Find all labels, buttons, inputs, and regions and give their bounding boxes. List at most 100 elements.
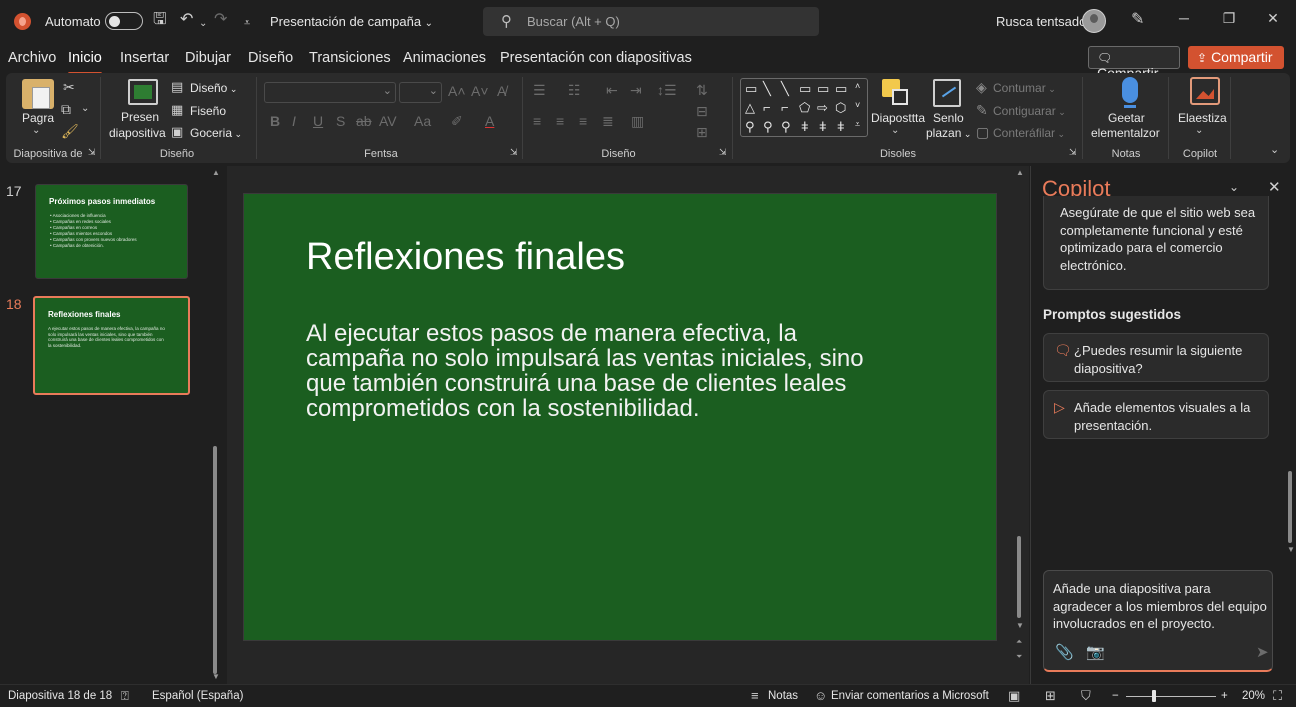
- dictate-button[interactable]: Geetar: [1108, 111, 1145, 125]
- shape-effects-icon[interactable]: ▢: [976, 124, 989, 141]
- arrow-line-shape-icon[interactable]: ╲: [781, 81, 789, 97]
- arrow-shape-icon[interactable]: ⇨: [817, 100, 828, 116]
- tab-animaciones[interactable]: Animaciones: [403, 50, 486, 66]
- tab-insertar[interactable]: Insertar: [120, 50, 169, 66]
- user-name[interactable]: Rusca tentsado: [996, 14, 1086, 29]
- reading-view-icon[interactable]: ⛉: [1081, 688, 1091, 704]
- spacing-icon[interactable]: AV: [379, 113, 397, 129]
- editor-scroll-down-icon[interactable]: ▼: [1016, 621, 1024, 630]
- undo-icon[interactable]: ↶: [180, 10, 193, 30]
- rounded-rect-shape-icon[interactable]: ▭: [817, 81, 829, 97]
- restore-icon[interactable]: ❐: [1219, 10, 1239, 27]
- bullets-icon[interactable]: ☰: [533, 82, 546, 99]
- accessibility-icon[interactable]: ⍰: [121, 688, 129, 704]
- tab-archivo[interactable]: Archivo: [8, 50, 56, 66]
- font-name-combo[interactable]: [264, 82, 396, 103]
- reset-button[interactable]: Fiseño: [190, 104, 226, 118]
- copy-icon[interactable]: ⧉: [61, 101, 71, 118]
- comments-share-button[interactable]: 🗨Compartir: [1088, 46, 1180, 81]
- new-slide-icon[interactable]: [128, 79, 158, 105]
- editor-scrollbar[interactable]: [1017, 536, 1021, 618]
- triangle-shape-icon[interactable]: △: [745, 100, 755, 116]
- font-color-icon[interactable]: A: [485, 113, 494, 129]
- paste-dropdown-icon[interactable]: ⌄: [32, 125, 40, 136]
- line-spacing-icon[interactable]: ↕☰: [657, 82, 677, 99]
- designer-button[interactable]: Elaestiza: [1178, 111, 1227, 125]
- increase-font-icon[interactable]: A˄: [448, 83, 466, 99]
- zoom-shape-icon[interactable]: ⚲: [745, 119, 755, 135]
- close-icon[interactable]: ✕: [1263, 10, 1283, 27]
- tab-transiciones[interactable]: Transiciones: [309, 50, 391, 66]
- previous-slide-icon[interactable]: ⏶: [1016, 637, 1022, 647]
- columns-icon[interactable]: ▥: [631, 113, 644, 130]
- arrange-icon[interactable]: [882, 79, 910, 107]
- align-text-icon[interactable]: ⊟: [696, 103, 708, 120]
- numbering-icon[interactable]: ☷: [568, 82, 581, 99]
- zoom-level[interactable]: 20%: [1242, 690, 1265, 702]
- cut-icon[interactable]: ✂: [63, 79, 75, 96]
- shape-outline-icon[interactable]: ✎: [976, 102, 988, 119]
- save-icon[interactable]: 🖫: [153, 10, 167, 30]
- arrange-button[interactable]: Diaposttta: [871, 111, 925, 125]
- quick-styles-button[interactable]: Senlo: [933, 111, 964, 125]
- minimize-icon[interactable]: ─: [1174, 10, 1194, 26]
- paragraph-launcher-icon[interactable]: ⇲: [719, 147, 727, 158]
- autosave-toggle[interactable]: [105, 12, 143, 30]
- pin2-shape-icon[interactable]: ǂ: [819, 119, 827, 134]
- clipboard-launcher-icon[interactable]: ⇲: [88, 147, 96, 158]
- arrange-dropdown-icon[interactable]: ⌄: [891, 125, 899, 136]
- zoom-out-icon[interactable]: −: [1112, 690, 1119, 702]
- chevron-down-icon[interactable]: ⌄: [1229, 180, 1239, 194]
- current-slide[interactable]: Reflexiones finales Al ejecutar estos pa…: [243, 193, 997, 641]
- normal-view-icon[interactable]: ▣: [1008, 688, 1020, 704]
- justify-icon[interactable]: ≣: [602, 113, 614, 130]
- clear-format-icon[interactable]: A̸: [497, 83, 506, 99]
- copilot-scrollbar[interactable]: [1288, 471, 1292, 543]
- zoom3-shape-icon[interactable]: ⚲: [781, 119, 791, 135]
- quick-styles-icon[interactable]: [933, 79, 961, 107]
- new-slide-label-2[interactable]: diapositiva: [109, 126, 166, 140]
- close-pane-icon[interactable]: ✕: [1268, 178, 1281, 196]
- send-icon[interactable]: ➤: [1256, 643, 1269, 661]
- redo-icon[interactable]: ↷: [214, 10, 227, 30]
- cube-shape-icon[interactable]: ⬡: [835, 100, 846, 116]
- editor-scroll-up-icon[interactable]: ▲: [1016, 168, 1024, 177]
- suggested-prompt-2[interactable]: ▷ Añade elementos visuales a la presenta…: [1043, 390, 1269, 439]
- fit-to-window-icon[interactable]: ⛶: [1273, 688, 1282, 704]
- highlight-icon[interactable]: ✐: [451, 113, 463, 130]
- customize-toolbar-icon[interactable]: ⩡: [244, 13, 250, 33]
- strikethrough-icon[interactable]: ab: [356, 113, 372, 129]
- collapse-ribbon-icon[interactable]: ⌄: [1270, 143, 1279, 156]
- rect3-shape-icon[interactable]: ▭: [835, 81, 847, 97]
- new-slide-button[interactable]: Presen: [121, 110, 159, 124]
- align-right-icon[interactable]: ≡: [579, 113, 587, 129]
- section-button[interactable]: Goceria ⌄: [190, 126, 242, 140]
- align-center-icon[interactable]: ≡: [556, 113, 564, 129]
- zoom-slider-thumb[interactable]: [1152, 690, 1156, 702]
- elbow-shape-icon[interactable]: ⌐: [781, 100, 789, 115]
- designer-dropdown-icon[interactable]: ⌄: [1195, 125, 1203, 136]
- microphone-icon[interactable]: [1122, 77, 1138, 108]
- copilot-input-text[interactable]: Añade una diapositiva para agradecer a l…: [1053, 580, 1268, 633]
- dictate-label-2[interactable]: elementalzor: [1091, 126, 1160, 140]
- thumbs-scroll-up-icon[interactable]: ▲: [212, 168, 220, 177]
- shapes-more-icon[interactable]: ⩡: [855, 119, 860, 130]
- notes-button[interactable]: Notas: [768, 690, 798, 702]
- pen-icon[interactable]: ✎: [1131, 10, 1144, 30]
- connector-shape-icon[interactable]: ⌐: [763, 100, 771, 115]
- bold-icon[interactable]: B: [270, 113, 280, 129]
- attach-icon[interactable]: 📎: [1055, 643, 1074, 661]
- pin-shape-icon[interactable]: ǂ: [801, 119, 809, 134]
- underline-icon[interactable]: U: [313, 113, 323, 129]
- decrease-font-icon[interactable]: A˅: [471, 83, 489, 99]
- increase-indent-icon[interactable]: ⇥: [630, 82, 642, 99]
- smartart-icon[interactable]: ⊞: [696, 124, 708, 141]
- shape-effects-button[interactable]: Conteráfilar ⌄: [993, 126, 1065, 140]
- thumbs-scroll-down-icon[interactable]: ▼: [212, 672, 220, 681]
- pentagon-shape-icon[interactable]: ⬠: [799, 100, 810, 116]
- pin3-shape-icon[interactable]: ǂ: [837, 119, 845, 134]
- next-slide-icon[interactable]: ⏷: [1016, 652, 1022, 662]
- shadow-icon[interactable]: S: [336, 113, 345, 129]
- tab-dibujar[interactable]: Dibujar: [185, 50, 231, 66]
- paste-button[interactable]: Pagra: [22, 111, 54, 125]
